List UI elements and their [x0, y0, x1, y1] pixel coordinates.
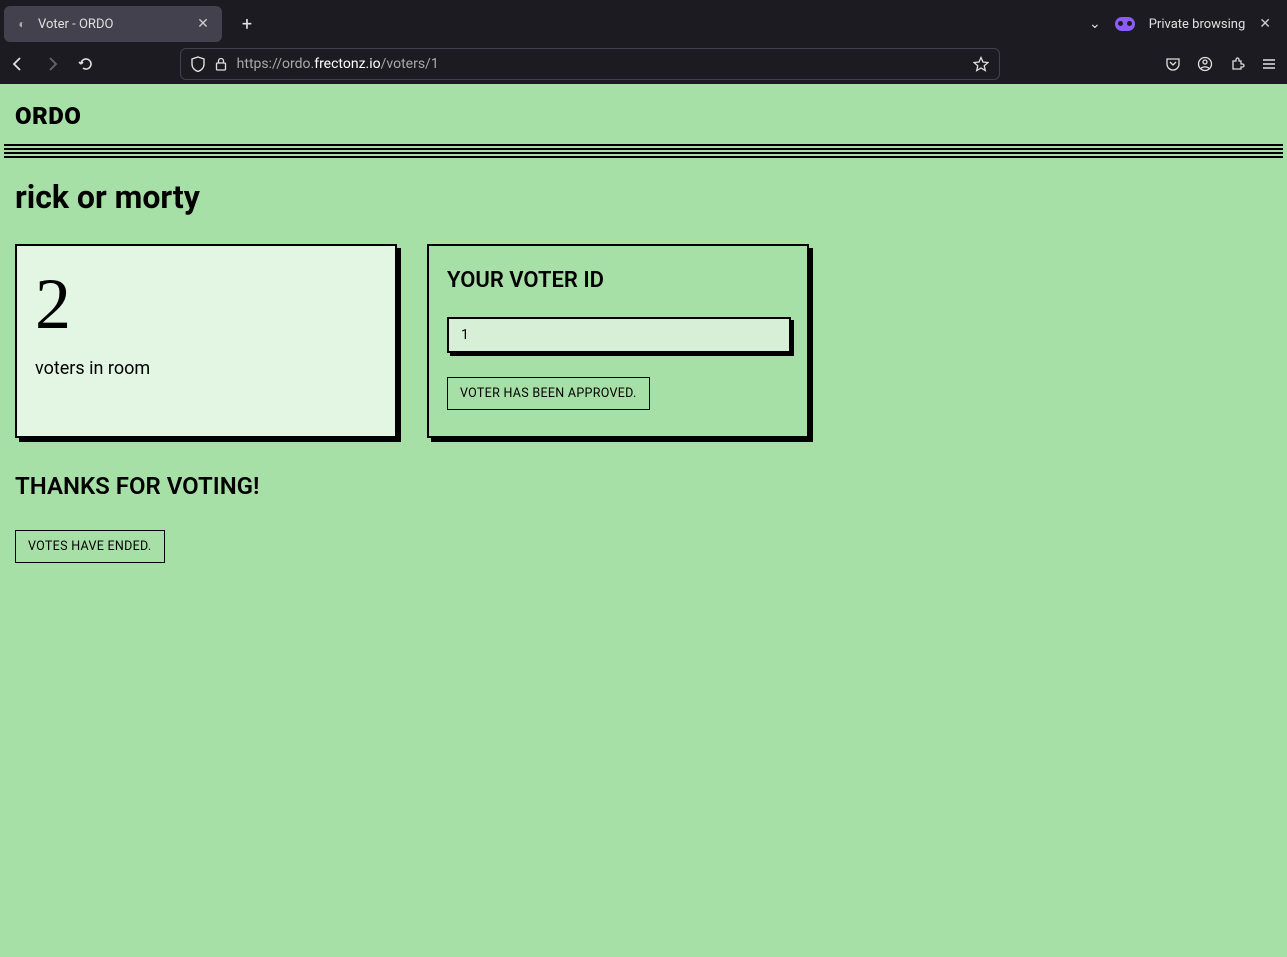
url-text: https://ordo.frectonz.io/voters/1 — [237, 56, 963, 72]
url-prefix: https://ordo. — [237, 56, 315, 72]
chevron-down-icon[interactable]: ⌄ — [1089, 16, 1101, 32]
page-content: ORDO rick or morty 2 voters in room YOUR… — [0, 84, 1287, 957]
tab-favicon-icon: ◐ — [14, 16, 30, 32]
shield-icon[interactable] — [191, 56, 205, 72]
forward-button[interactable] — [44, 56, 68, 72]
tab-bar: ◐ Voter - ORDO ✕ + ⌄ Private browsing ✕ — [0, 0, 1287, 44]
votes-ended-status: VOTES HAVE ENDED. — [15, 530, 165, 563]
divider — [4, 144, 1283, 158]
voter-id-heading: YOUR VOTER ID — [447, 268, 789, 293]
nav-right-icons — [1145, 56, 1277, 72]
tab-bar-right: ⌄ Private browsing ✕ — [1089, 16, 1283, 32]
back-button[interactable] — [10, 56, 34, 72]
voters-count-card: 2 voters in room — [15, 244, 397, 438]
content: rick or morty 2 voters in room YOUR VOTE… — [0, 158, 1287, 583]
bookmark-star-icon[interactable] — [973, 56, 989, 72]
lock-icon[interactable] — [215, 57, 227, 71]
voter-id-card: YOUR VOTER ID 1 VOTER HAS BEEN APPROVED. — [427, 244, 809, 438]
url-path: /voters/1 — [381, 56, 439, 72]
reload-button[interactable] — [78, 56, 102, 72]
menu-icon[interactable] — [1261, 56, 1277, 72]
private-mask-icon — [1115, 17, 1135, 31]
close-icon[interactable]: ✕ — [194, 15, 212, 33]
url-domain: frectonz.io — [314, 56, 380, 72]
nav-bar: https://ordo.frectonz.io/voters/1 — [0, 44, 1287, 84]
logo[interactable]: ORDO — [15, 102, 1272, 130]
tab-title: Voter - ORDO — [38, 17, 186, 32]
url-bar[interactable]: https://ordo.frectonz.io/voters/1 — [180, 48, 1000, 80]
browser-tab[interactable]: ◐ Voter - ORDO ✕ — [4, 6, 222, 42]
voter-id-field[interactable]: 1 — [447, 317, 791, 353]
extensions-icon[interactable] — [1229, 56, 1245, 72]
browser-chrome: ◐ Voter - ORDO ✕ + ⌄ Private browsing ✕ — [0, 0, 1287, 84]
voters-count-label: voters in room — [35, 358, 377, 379]
account-icon[interactable] — [1197, 56, 1213, 72]
voters-count: 2 — [35, 268, 377, 340]
private-browsing-label: Private browsing — [1149, 17, 1246, 32]
room-title: rick or morty — [15, 178, 1272, 216]
cards-row: 2 voters in room YOUR VOTER ID 1 VOTER H… — [15, 244, 1272, 438]
page-header: ORDO — [0, 84, 1287, 144]
close-window-icon[interactable]: ✕ — [1259, 16, 1271, 32]
thanks-heading: THANKS FOR VOTING! — [15, 472, 1272, 500]
pocket-icon[interactable] — [1165, 56, 1181, 72]
new-tab-button[interactable]: + — [232, 14, 262, 35]
voter-approved-status: VOTER HAS BEEN APPROVED. — [447, 377, 650, 410]
